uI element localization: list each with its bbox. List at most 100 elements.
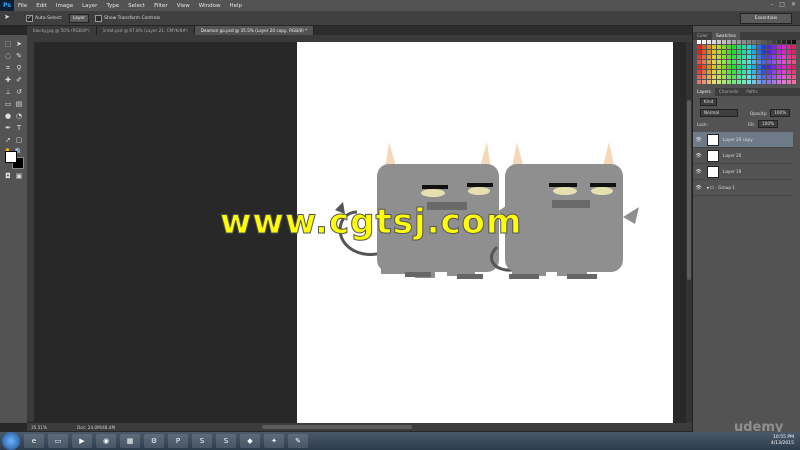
- menu-window[interactable]: Window: [199, 3, 221, 9]
- swatch-cell[interactable]: [762, 40, 766, 44]
- swatch-cell[interactable]: [697, 75, 701, 79]
- swatch-cell[interactable]: [727, 75, 731, 79]
- swatch-cell[interactable]: [732, 65, 736, 69]
- swatch-cell[interactable]: [742, 60, 746, 64]
- app-blue-icon[interactable]: ◆: [240, 434, 260, 448]
- swatch-cell[interactable]: [757, 65, 761, 69]
- swatch-cell[interactable]: [727, 40, 731, 44]
- swatch-cell[interactable]: [717, 60, 721, 64]
- swatch-cell[interactable]: [737, 45, 741, 49]
- menu-select[interactable]: Select: [128, 3, 145, 9]
- foreground-color-chip[interactable]: [5, 151, 17, 163]
- swatch-cell[interactable]: [757, 50, 761, 54]
- swatch-cell[interactable]: [782, 75, 786, 79]
- swatch-cell[interactable]: [767, 75, 771, 79]
- swatch-cell[interactable]: [707, 55, 711, 59]
- swatch-cell[interactable]: [777, 80, 781, 84]
- swatch-cell[interactable]: [792, 55, 796, 59]
- swatch-cell[interactable]: [722, 45, 726, 49]
- layer-kind-filter[interactable]: Kind: [700, 98, 718, 106]
- swatch-cell[interactable]: [717, 65, 721, 69]
- swatch-cell[interactable]: [747, 70, 751, 74]
- marquee-tool-icon[interactable]: ⬚: [3, 39, 13, 49]
- swatch-cell[interactable]: [787, 50, 791, 54]
- eraser-tool-icon[interactable]: ▭: [3, 99, 13, 109]
- swatch-cell[interactable]: [722, 60, 726, 64]
- swatch-cell[interactable]: [737, 80, 741, 84]
- swatch-cell[interactable]: [777, 75, 781, 79]
- swatch-cell[interactable]: [732, 80, 736, 84]
- tab-paths[interactable]: Paths: [742, 88, 761, 96]
- swatch-cell[interactable]: [712, 70, 716, 74]
- swatch-cell[interactable]: [772, 80, 776, 84]
- app-s-icon[interactable]: S: [216, 434, 236, 448]
- swatch-cell[interactable]: [732, 45, 736, 49]
- swatch-cell[interactable]: [742, 80, 746, 84]
- healing-brush-icon[interactable]: ✚: [3, 75, 13, 85]
- swatch-cell[interactable]: [712, 75, 716, 79]
- shape-tool-icon[interactable]: ▢: [14, 135, 24, 145]
- folder-icon[interactable]: ▭: [48, 434, 68, 448]
- swatch-cell[interactable]: [742, 70, 746, 74]
- swatch-cell[interactable]: [757, 55, 761, 59]
- swatch-cell[interactable]: [742, 50, 746, 54]
- swatch-cell[interactable]: [712, 80, 716, 84]
- swatch-cell[interactable]: [752, 60, 756, 64]
- tab-1mbt[interactable]: 1mbt.psd @ 67.8% (Layer 21, CMYK/8#): [96, 26, 195, 35]
- swatch-cell[interactable]: [697, 40, 701, 44]
- auto-select-checkbox[interactable]: ✓: [26, 14, 33, 22]
- swatch-cell[interactable]: [777, 65, 781, 69]
- swatch-cell[interactable]: [707, 60, 711, 64]
- quick-select-tool-icon[interactable]: ✎: [14, 51, 24, 61]
- start-button[interactable]: [2, 432, 20, 450]
- swatch-cell[interactable]: [767, 60, 771, 64]
- swatch-cell[interactable]: [712, 50, 716, 54]
- tab-layers[interactable]: Layers: [693, 88, 715, 96]
- swatch-cell[interactable]: [737, 55, 741, 59]
- swatch-cell[interactable]: [777, 70, 781, 74]
- swatch-cell[interactable]: [762, 45, 766, 49]
- menu-file[interactable]: File: [18, 3, 27, 9]
- swatch-cell[interactable]: [747, 55, 751, 59]
- swatch-cell[interactable]: [772, 45, 776, 49]
- swatch-cell[interactable]: [792, 40, 796, 44]
- swatch-cell[interactable]: [787, 55, 791, 59]
- swatch-cell[interactable]: [712, 55, 716, 59]
- menu-image[interactable]: Image: [56, 3, 73, 9]
- swatch-cell[interactable]: [787, 65, 791, 69]
- swatch-cell[interactable]: [707, 70, 711, 74]
- swatch-cell[interactable]: [732, 55, 736, 59]
- swatch-cell[interactable]: [697, 50, 701, 54]
- show-transform-checkbox[interactable]: [95, 14, 103, 22]
- maximize-icon[interactable]: □: [779, 1, 785, 8]
- folder-icon[interactable]: ▸▭: [707, 185, 714, 191]
- brush-tool-icon[interactable]: ✐: [14, 75, 24, 85]
- swatch-cell[interactable]: [772, 50, 776, 54]
- skype-icon[interactable]: S: [192, 434, 212, 448]
- swatch-cell[interactable]: [747, 80, 751, 84]
- workspace-dropdown[interactable]: Essentials: [740, 13, 792, 24]
- swatch-cell[interactable]: [702, 40, 706, 44]
- swatch-cell[interactable]: [727, 50, 731, 54]
- swatch-cell[interactable]: [717, 40, 721, 44]
- ie-icon[interactable]: e: [24, 434, 44, 448]
- swatch-cell[interactable]: [782, 80, 786, 84]
- swatch-cell[interactable]: [722, 40, 726, 44]
- swatch-cell[interactable]: [752, 40, 756, 44]
- swatch-cell[interactable]: [702, 45, 706, 49]
- photoshop-icon[interactable]: P: [168, 434, 188, 448]
- swatch-cell[interactable]: [732, 70, 736, 74]
- swatch-cell[interactable]: [707, 50, 711, 54]
- swatch-cell[interactable]: [707, 40, 711, 44]
- swatch-cell[interactable]: [717, 45, 721, 49]
- swatch-cell[interactable]: [757, 70, 761, 74]
- swatch-cell[interactable]: [722, 50, 726, 54]
- swatch-cell[interactable]: [702, 80, 706, 84]
- swatch-cell[interactable]: [782, 40, 786, 44]
- menu-edit[interactable]: Edit: [36, 3, 47, 9]
- swatch-cell[interactable]: [752, 65, 756, 69]
- swatch-cell[interactable]: [787, 75, 791, 79]
- swatch-cell[interactable]: [742, 75, 746, 79]
- network-icon[interactable]: ⚙: [144, 434, 164, 448]
- visibility-eye-icon[interactable]: 👁: [695, 137, 702, 143]
